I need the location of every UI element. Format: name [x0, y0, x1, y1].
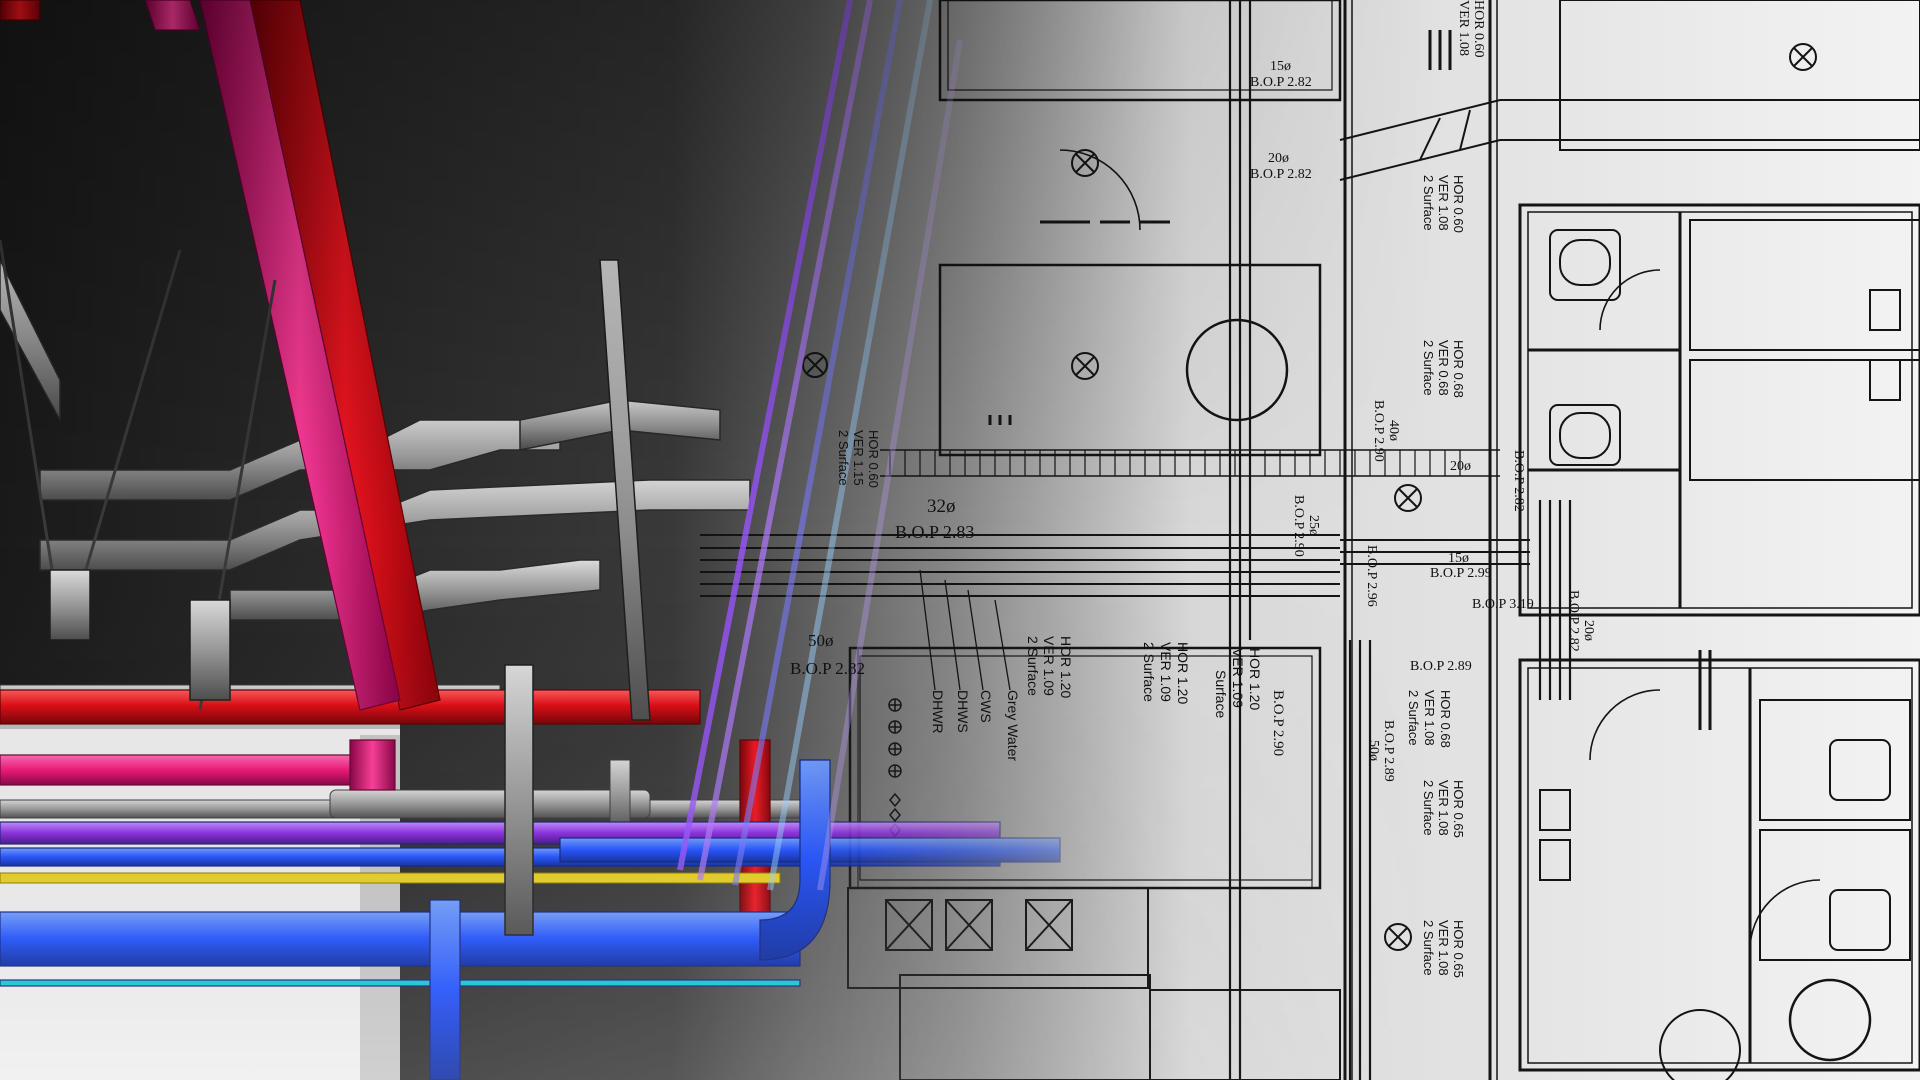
label-pipe-size-50-b: 50ø — [1366, 740, 1381, 761]
label-bop-282: B.O.P 2.82 — [790, 659, 865, 678]
label-hor-120-b: HOR 1.20 — [1175, 642, 1191, 705]
label-ver-108-e: VER 1.08 — [1436, 920, 1451, 976]
label-pipe-size-25: 25ø — [1306, 515, 1321, 536]
label-ver-108-c: VER 1.08 — [1422, 690, 1437, 746]
label-hor-065: HOR 0.65 — [1451, 780, 1466, 838]
label-bop-289: B.O.P 2.89 — [1410, 659, 1472, 674]
label-bop-299: B.O.P 2.99 — [1430, 566, 1492, 581]
label-ver-108-d: VER 1.08 — [1436, 780, 1451, 836]
label-pipe-size-15: 15ø — [1270, 59, 1291, 74]
label-cws: CWS — [978, 690, 994, 723]
label-surface-d: 2 Surface — [1421, 175, 1436, 231]
label-surface-i: 2 Surface — [836, 430, 851, 486]
label-hor-060-b: HOR 0.60 — [1451, 175, 1466, 233]
label-ver-109-b: VER 1.09 — [1158, 642, 1174, 702]
label-bop-319: B.O.P 3.19 — [1472, 597, 1534, 612]
label-hor-068: HOR 0.68 — [1451, 340, 1466, 398]
label-ver-108-b: VER 1.08 — [1436, 175, 1451, 231]
label-bop-290-b: B.O.P 2.90 — [1371, 400, 1386, 462]
label-surface-g: 2 Surface — [1421, 780, 1436, 836]
label-surface-a: 2 Surface — [1025, 636, 1041, 696]
label-pipe-size-20-c: 20ø — [1581, 620, 1596, 641]
label-grey-water: Grey Water — [1005, 690, 1021, 762]
label-hor-060: HOR 0.60 — [1471, 0, 1486, 58]
label-surface-e: 2 Surface — [1421, 340, 1436, 396]
label-pipe-size-40: 40ø — [1386, 420, 1401, 441]
label-bop-296: B.O.P 2.96 — [1364, 545, 1379, 607]
label-bop-290-c: B.O.P 2.90 — [1291, 495, 1306, 557]
label-pipe-size-20: 20ø — [1268, 151, 1289, 166]
bim-mep-render-blueprint: 32ø B.O.P 2.83 50ø B.O.P 2.82 DHWR DHWS … — [0, 0, 1920, 1080]
label-pipe-size-15-b: 15ø — [1448, 551, 1469, 566]
label-hor-120-a: HOR 1.20 — [1058, 636, 1074, 699]
label-hor-068-b: HOR 0.68 — [1438, 690, 1453, 748]
label-pipe-size-50: 50ø — [808, 631, 834, 650]
label-ver-109-a: VER 1.09 — [1041, 636, 1057, 696]
label-bop-282-d: B.O.P 2.82 — [1511, 450, 1526, 512]
label-surface-f: 2 Surface — [1406, 690, 1421, 746]
label-ver-115: VER 1.15 — [851, 430, 866, 486]
label-ver-109-c: VER 1.09 — [1230, 648, 1246, 708]
label-hor-120-c: HOR 1.20 — [1247, 648, 1263, 711]
label-bop-282-c: B.O.P 2.82 — [1250, 167, 1312, 182]
label-surface-c: Surface — [1213, 670, 1229, 719]
label-bop-289-v: B.O.P 2.89 — [1381, 720, 1396, 782]
label-hor-065-b: HOR 0.65 — [1451, 920, 1466, 978]
label-pipe-size-20-b: 20ø — [1450, 459, 1471, 474]
label-bop-282-e: B.O.P 2.82 — [1566, 590, 1581, 652]
label-surface-b: 2 Surface — [1141, 642, 1157, 702]
label-surface-h: 2 Surface — [1421, 920, 1436, 976]
label-ver-108-a: VER 1.08 — [1456, 0, 1471, 56]
label-ver-068: VER 0.68 — [1436, 340, 1451, 396]
label-bop-283: B.O.P 2.83 — [895, 522, 975, 542]
label-hor-060-c: HOR 0.60 — [866, 430, 881, 488]
label-bop-282-b: B.O.P 2.82 — [1250, 75, 1312, 90]
label-bop-290-a: B.O.P 2.90 — [1270, 690, 1286, 757]
label-dhwr: DHWR — [930, 690, 946, 734]
label-pipe-size-32: 32ø — [927, 496, 956, 517]
label-dhws: DHWS — [955, 690, 971, 733]
